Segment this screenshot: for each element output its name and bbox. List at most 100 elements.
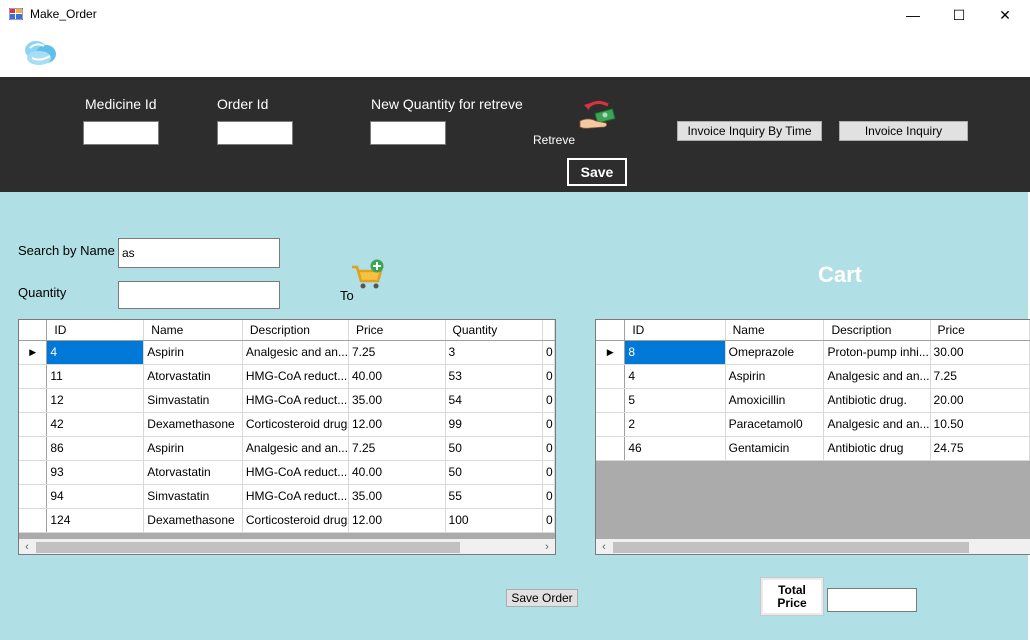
- cell-price[interactable]: 20.00: [930, 388, 1030, 413]
- table-row[interactable]: 93 Atorvastatin HMG-CoA reduct... 40.00 50 0: [19, 460, 555, 485]
- column-header-name[interactable]: Name: [725, 320, 825, 341]
- cell-extra[interactable]: 0: [542, 508, 555, 533]
- scrollbar-thumb[interactable]: [36, 542, 460, 553]
- table-row[interactable]: 124 Dexamethasone Corticosteroid drug 12.00…: [19, 508, 555, 533]
- cell-price[interactable]: 40.00: [348, 364, 446, 389]
- medicines-grid[interactable]: ID Name Description Price Quantity ▶ 4 Aspirin A…: [18, 319, 556, 555]
- cell-price[interactable]: 35.00: [348, 388, 446, 413]
- new-quantity-input[interactable]: [370, 121, 446, 145]
- row-header-cell[interactable]: [596, 388, 626, 413]
- table-row[interactable]: 42 Dexamethasone Corticosteroid drug 12.00 9…: [19, 412, 555, 437]
- cell-id[interactable]: 42: [46, 412, 145, 437]
- grid-corner-cell[interactable]: [19, 320, 48, 341]
- cell-price[interactable]: 7.25: [348, 340, 446, 365]
- cell-description[interactable]: Corticosteroid drug: [242, 412, 349, 437]
- cell-description[interactable]: HMG-CoA reduct...: [242, 364, 349, 389]
- cell-id[interactable]: 2: [624, 412, 726, 437]
- column-header-name[interactable]: Name: [143, 320, 243, 341]
- table-row[interactable]: ▶ 8 Omeprazole Proton-pump inhi... 30.00: [596, 340, 1030, 365]
- cell-price[interactable]: 40.00: [348, 460, 446, 485]
- cell-extra[interactable]: 0: [542, 340, 555, 365]
- table-row[interactable]: 94 Simvastatin HMG-CoA reduct... 35.00 55 0: [19, 484, 555, 509]
- cell-description[interactable]: Antibiotic drug.: [823, 388, 931, 413]
- cell-quantity[interactable]: 55: [445, 484, 544, 509]
- column-header-description[interactable]: Description: [242, 320, 349, 341]
- cell-price[interactable]: 24.75: [930, 436, 1030, 461]
- total-price-input[interactable]: [827, 588, 917, 612]
- cell-name[interactable]: Dexamethasone: [143, 412, 243, 437]
- cell-quantity[interactable]: 50: [445, 436, 544, 461]
- column-header-price[interactable]: Price: [930, 320, 1030, 341]
- maximize-button[interactable]: ☐: [936, 0, 982, 30]
- cell-name[interactable]: Simvastatin: [143, 484, 243, 509]
- column-header-description[interactable]: Description: [823, 320, 931, 341]
- cell-name[interactable]: Simvastatin: [143, 388, 243, 413]
- scrollbar-thumb[interactable]: [613, 542, 969, 553]
- row-header-cell[interactable]: [19, 388, 48, 413]
- cell-price[interactable]: 10.50: [930, 412, 1030, 437]
- cell-price[interactable]: 35.00: [348, 484, 446, 509]
- cell-price[interactable]: 7.25: [930, 364, 1030, 389]
- cell-name[interactable]: Omeprazole: [725, 340, 825, 365]
- column-header-price[interactable]: Price: [348, 320, 446, 341]
- cell-quantity[interactable]: 99: [445, 412, 544, 437]
- cell-id[interactable]: 12: [46, 388, 145, 413]
- cell-id[interactable]: 86: [46, 436, 145, 461]
- minimize-button[interactable]: —: [890, 0, 936, 30]
- row-header-cell[interactable]: [596, 364, 626, 389]
- save-button[interactable]: Save: [567, 158, 627, 186]
- table-row[interactable]: 11 Atorvastatin HMG-CoA reduct... 40.00 53 0: [19, 364, 555, 389]
- cell-id[interactable]: 8: [624, 340, 726, 365]
- table-row[interactable]: 5 Amoxicillin Antibiotic drug. 20.00: [596, 388, 1030, 413]
- cell-quantity[interactable]: 3: [445, 340, 544, 365]
- cell-extra[interactable]: 0: [542, 436, 555, 461]
- cell-quantity[interactable]: 50: [445, 460, 544, 485]
- column-header-id[interactable]: ID: [624, 320, 726, 341]
- cell-description[interactable]: Corticosteroid drug: [242, 508, 349, 533]
- cell-id[interactable]: 4: [46, 340, 145, 365]
- column-header-id[interactable]: ID: [46, 320, 145, 341]
- cell-price[interactable]: 30.00: [930, 340, 1030, 365]
- cell-id[interactable]: 93: [46, 460, 145, 485]
- cell-description[interactable]: HMG-CoA reduct...: [242, 460, 349, 485]
- cell-quantity[interactable]: 100: [445, 508, 544, 533]
- row-header-cell[interactable]: ▶: [596, 340, 626, 365]
- cell-extra[interactable]: 0: [542, 364, 555, 389]
- cell-quantity[interactable]: 53: [445, 364, 544, 389]
- cart-horizontal-scrollbar[interactable]: ‹: [596, 539, 1030, 554]
- table-row[interactable]: 12 Simvastatin HMG-CoA reduct... 35.00 54 0: [19, 388, 555, 413]
- cart-grid[interactable]: ID Name Description Price ▶ 8 Omeprazole Proton…: [595, 319, 1030, 555]
- scroll-left-arrow-icon[interactable]: ‹: [19, 539, 35, 554]
- medicine-id-input[interactable]: [83, 121, 159, 145]
- row-header-cell[interactable]: [19, 484, 48, 509]
- cell-description[interactable]: Analgesic and an...: [242, 436, 349, 461]
- cell-quantity[interactable]: 54: [445, 388, 544, 413]
- cell-price[interactable]: 7.25: [348, 436, 446, 461]
- cell-id[interactable]: 4: [624, 364, 726, 389]
- cell-name[interactable]: Atorvastatin: [143, 364, 243, 389]
- row-header-cell[interactable]: ▶: [19, 340, 48, 365]
- table-row[interactable]: 2 Paracetamol0 Analgesic and an... 10.50: [596, 412, 1030, 437]
- cell-id[interactable]: 46: [624, 436, 726, 461]
- cell-description[interactable]: Proton-pump inhi...: [823, 340, 931, 365]
- table-row[interactable]: 86 Aspirin Analgesic and an... 7.25 50 0: [19, 436, 555, 461]
- column-header-overflow[interactable]: [542, 320, 555, 341]
- money-return-icon[interactable]: [578, 99, 620, 133]
- cell-id[interactable]: 5: [624, 388, 726, 413]
- cell-description[interactable]: Analgesic and an...: [823, 412, 931, 437]
- column-header-quantity[interactable]: Quantity: [445, 320, 544, 341]
- cell-price[interactable]: 12.00: [348, 412, 446, 437]
- row-header-cell[interactable]: [19, 460, 48, 485]
- grid-corner-cell[interactable]: [596, 320, 626, 341]
- cell-description[interactable]: Antibiotic drug: [823, 436, 931, 461]
- cell-name[interactable]: Amoxicillin: [725, 388, 825, 413]
- cell-name[interactable]: Aspirin: [725, 364, 825, 389]
- invoice-inquiry-button[interactable]: Invoice Inquiry: [839, 121, 968, 141]
- add-to-cart-icon[interactable]: [350, 259, 386, 291]
- close-button[interactable]: ✕: [982, 0, 1028, 30]
- cell-description[interactable]: HMG-CoA reduct...: [242, 388, 349, 413]
- cell-description[interactable]: Analgesic and an...: [823, 364, 931, 389]
- cell-description[interactable]: Analgesic and an...: [242, 340, 349, 365]
- scroll-right-arrow-icon[interactable]: ›: [539, 539, 555, 554]
- cell-id[interactable]: 124: [46, 508, 145, 533]
